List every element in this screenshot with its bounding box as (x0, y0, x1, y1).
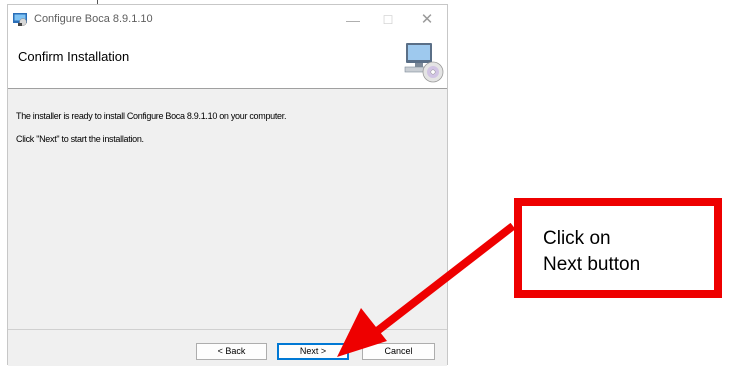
annotation-arrow (337, 222, 516, 357)
callout-text: Click on Next button (543, 228, 641, 275)
arrow-head (337, 308, 387, 357)
annotation-callout: Click on Next button (514, 198, 722, 298)
arrow-shaft (369, 222, 516, 339)
